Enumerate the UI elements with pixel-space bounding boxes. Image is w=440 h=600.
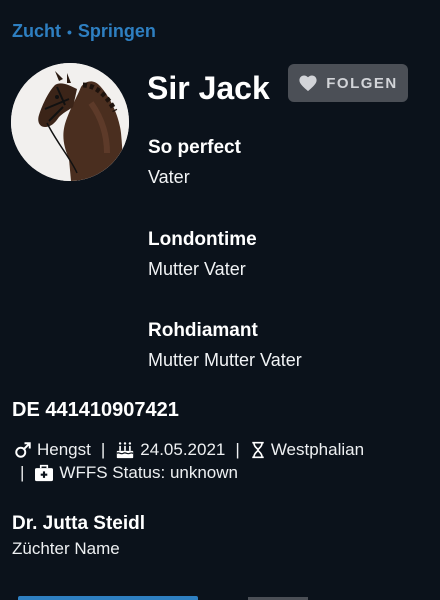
horse-photo xyxy=(11,63,129,181)
breed-value: Westphalian xyxy=(270,440,365,459)
breeder-label: Züchter Name xyxy=(12,539,120,558)
breeder-name[interactable]: Dr. Jutta Steidl xyxy=(12,513,145,535)
pedigree-name: Rohdiamant xyxy=(148,320,258,341)
breadcrumb-separator: • xyxy=(67,23,72,40)
birthday-cake-icon xyxy=(116,442,134,459)
registration-number: DE 441410907421 xyxy=(12,399,179,421)
male-symbol-icon xyxy=(15,442,31,458)
horse-avatar[interactable] xyxy=(11,63,129,181)
wffs-value: WFFS Status: unknown xyxy=(59,463,238,482)
details-line-2: | WFFS Status: unknown xyxy=(14,463,238,483)
sex-value: Hengst xyxy=(37,440,91,459)
follow-button-label: FOLGEN xyxy=(326,74,398,92)
pedigree-dam-sire[interactable]: Londontime Mutter Vater xyxy=(148,229,257,280)
pedigree-relation: Mutter Vater xyxy=(148,259,246,279)
horse-name: Sir Jack xyxy=(147,70,270,106)
separator: | xyxy=(100,440,106,459)
bottom-tab-indicator xyxy=(18,596,198,600)
separator: | xyxy=(235,440,240,459)
pedigree-relation: Mutter Mutter Vater xyxy=(148,350,302,370)
wffs-detail: WFFS Status: unknown xyxy=(34,463,238,483)
birthdate-value: 24.05.2021 xyxy=(140,440,226,459)
heart-icon xyxy=(299,75,317,92)
pedigree-relation: Vater xyxy=(148,167,190,187)
birthdate-detail: 24.05.2021 xyxy=(115,440,225,460)
pedigree-name: So perfect xyxy=(148,137,241,158)
breadcrumb-category[interactable]: Zucht xyxy=(12,21,61,42)
pedigree-dam-dam-sire[interactable]: Rohdiamant Mutter Mutter Vater xyxy=(148,320,302,371)
sex-detail: Hengst xyxy=(14,440,91,460)
details-line-1: Hengst | 24.05.2021 | Westphalian xyxy=(14,440,364,460)
pedigree-sire[interactable]: So perfect Vater xyxy=(148,137,241,188)
breadcrumb: Zucht • Springen xyxy=(12,21,156,42)
medical-kit-icon xyxy=(35,464,54,482)
breadcrumb-discipline[interactable]: Springen xyxy=(78,21,156,42)
pedigree-name: Londontime xyxy=(148,229,257,250)
breed-detail: Westphalian xyxy=(250,440,364,460)
follow-button[interactable]: FOLGEN xyxy=(288,64,408,102)
hourglass-icon xyxy=(252,441,264,459)
separator: | xyxy=(20,463,25,482)
